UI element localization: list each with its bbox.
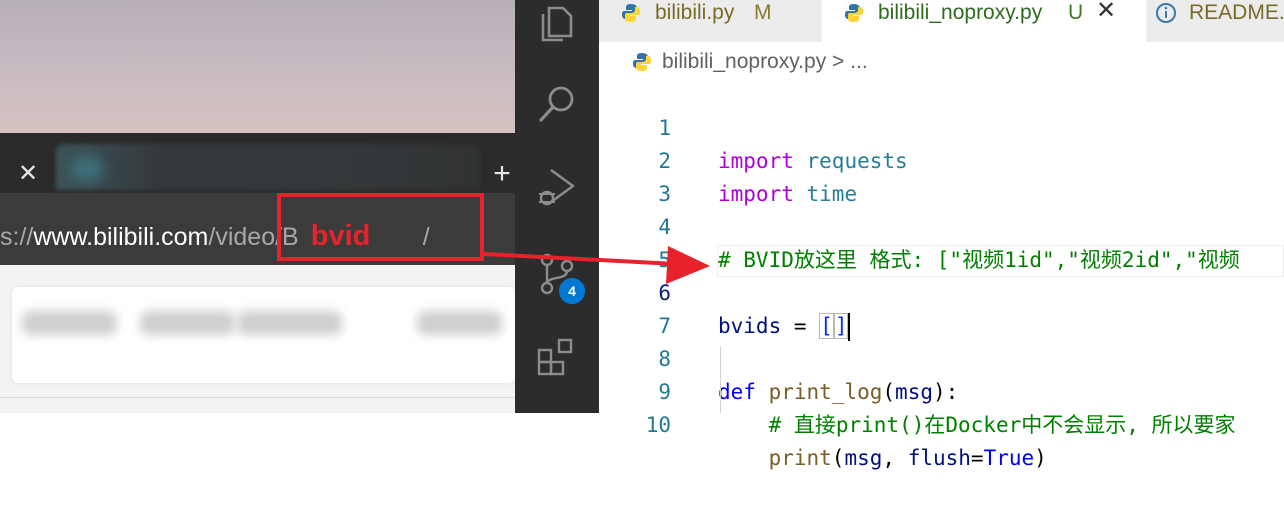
blurred-browser-tab[interactable] — [56, 144, 480, 190]
divider — [0, 397, 515, 398]
blurred-tab-favicon — [70, 155, 104, 183]
code-line: 3 — [599, 145, 1284, 206]
code-line: 10 print(msg, flush=True) — [599, 376, 1284, 470]
code-line: 9 # 直接print()在Docker中不会显示, 所以要家 — [599, 343, 1284, 437]
code-line: 5 — [599, 211, 1284, 272]
breadcrumb-symbol: ... — [850, 50, 868, 73]
source-control-badge: 4 — [557, 276, 587, 306]
tab-untracked-indicator: U — [1068, 1, 1084, 24]
code-comment: # 直接print()在Docker中不会显示, 所以要家 — [768, 413, 1236, 437]
python-icon — [633, 53, 651, 72]
code-line-current: 6 bvids = [] — [599, 244, 1284, 341]
code-line: 2 import time — [599, 112, 1284, 206]
tab-bilibili-noproxy-py[interactable]: bilibili_noproxy.py U ✕ — [822, 0, 1146, 42]
tab-modified-indicator: M — [754, 1, 772, 24]
code-line: 4 # BVID放这里 格式: ["视频1id","视频2id","视频 — [599, 178, 1284, 272]
line-number: 10 — [645, 413, 671, 437]
tab-label: bilibili.py — [655, 1, 735, 24]
info-icon — [1156, 3, 1176, 23]
code-line: 7 — [599, 277, 1284, 338]
plus-icon[interactable]: + — [488, 159, 516, 189]
close-icon[interactable]: ✕ — [16, 160, 40, 188]
code-line: 1 import requests — [599, 79, 1284, 173]
python-icon — [845, 4, 863, 22]
breadcrumb[interactable]: bilibili_noproxy.py > ... — [632, 48, 868, 76]
breadcrumb-separator: > — [832, 50, 845, 73]
tab-label: bilibili_noproxy.py — [878, 1, 1043, 24]
bvid-highlight-box — [277, 193, 484, 261]
blurred-content-card — [12, 287, 515, 383]
run-debug-icon[interactable] — [535, 164, 579, 208]
desktop-wallpaper — [0, 0, 515, 133]
code-line: 8 def print_log(msg): — [599, 310, 1284, 404]
extensions-icon[interactable] — [535, 336, 579, 380]
python-icon — [622, 4, 640, 22]
activity-bar — [515, 0, 599, 413]
search-icon[interactable] — [535, 82, 579, 126]
tab-label: README.m — [1189, 1, 1284, 24]
url-scheme: s:// — [0, 223, 34, 251]
url-domain: www.bilibili.com — [33, 223, 209, 251]
indent-guide — [720, 346, 721, 413]
breadcrumb-file: bilibili_noproxy.py — [662, 50, 827, 73]
explorer-icon[interactable] — [535, 2, 579, 46]
close-icon[interactable]: ✕ — [1096, 0, 1116, 24]
tab-bilibili-py[interactable]: bilibili.py M — [599, 0, 821, 42]
tab-readme[interactable]: README.m — [1147, 0, 1284, 42]
